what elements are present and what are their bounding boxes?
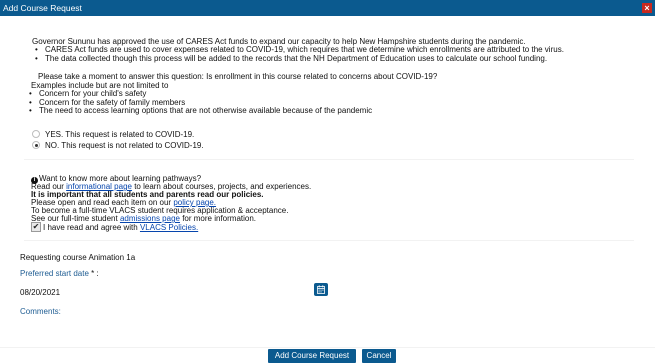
start-date-colon: : [94, 269, 99, 278]
admissions-page-link[interactable]: admissions page [120, 214, 180, 223]
comments-textarea[interactable] [20, 308, 636, 344]
divider [24, 240, 634, 241]
dialog-titlebar: Add Course Request × [0, 0, 655, 16]
agree-prefix: I have read and agree with [43, 223, 140, 232]
add-course-request-button[interactable]: Add Course Request [268, 349, 356, 363]
divider [0, 347, 655, 348]
start-date-label-text: Preferred start date [20, 269, 89, 278]
calendar-icon[interactable] [314, 283, 328, 296]
cancel-button[interactable]: Cancel [362, 349, 396, 363]
intro-bullets: CARES Act funds are used to cover expens… [31, 45, 564, 64]
vlacs-policies-link[interactable]: VLACS Policies. [140, 223, 198, 232]
covid-no-radio[interactable] [32, 141, 40, 149]
start-date-label: Preferred start date * : [20, 269, 99, 279]
agree-policies-checkbox[interactable]: ✔ [31, 222, 41, 232]
covid-yes-radio[interactable] [32, 130, 40, 138]
intro-bullet: The data collected though this process w… [31, 54, 564, 64]
example-bullet: The need to access learning options that… [25, 106, 372, 116]
covid-no-label: NO. This request is not related to COVID… [45, 141, 204, 150]
covid-yes-label: YES. This request is related to COVID-19… [45, 130, 195, 139]
divider [24, 159, 634, 160]
requesting-course: Requesting course Animation 1a [20, 253, 136, 262]
admissions-suffix: for more information. [179, 214, 257, 223]
example-bullets: Concern for your child's safety Concern … [25, 89, 372, 116]
close-icon[interactable]: × [642, 3, 652, 13]
dialog-title: Add Course Request [3, 3, 82, 13]
start-date-input[interactable]: 08/20/2021 [20, 288, 60, 298]
admissions-prefix: See our full-time student [31, 214, 120, 223]
agree-line: I have read and agree with VLACS Policie… [43, 223, 198, 233]
